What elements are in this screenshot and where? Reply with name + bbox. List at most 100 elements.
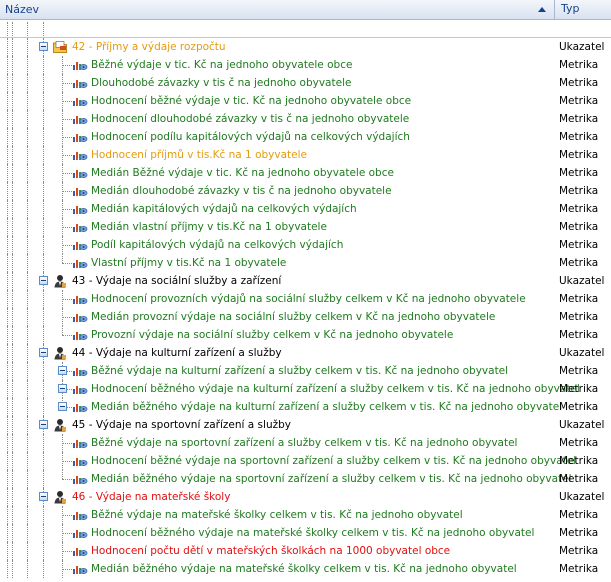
tree-item-row[interactable]: Podíl kapitálových výdajů na celkových v…	[0, 236, 611, 254]
collapse-toggle-icon[interactable]	[58, 384, 67, 393]
tree-guide-line	[7, 434, 8, 452]
tree-guide-line	[7, 110, 8, 128]
tree-guide-line	[27, 542, 28, 560]
metric-icon	[72, 401, 88, 413]
tree-row-type: Ukazatel	[559, 419, 605, 431]
tree-item-row[interactable]: Provozní výdaje na sociální služby celke…	[0, 326, 611, 344]
column-header-type[interactable]: Typ	[556, 0, 611, 18]
tree-item-row[interactable]: Medián vlastní příjmy v tis.Kč na 1 obyv…	[0, 218, 611, 236]
tree-guide-line	[27, 326, 28, 344]
tree-item-label: Medián běžného výdaje na sportovní zaříz…	[91, 473, 572, 485]
tree-group-row[interactable]: 45 - Výdaje na sportovní zařízení a služ…	[0, 416, 611, 434]
tree-group-label: 46 - Výdaje na mateřské školy	[72, 491, 231, 503]
tree-item-row[interactable]: Běžné výdaje v tic. Kč na jednoho obyvat…	[0, 56, 611, 74]
tree-guide-line	[12, 236, 13, 254]
tree-guide-line	[7, 128, 8, 146]
tree-guide-line	[7, 452, 8, 470]
tree-row-type: Metrika	[559, 185, 599, 197]
tree-guide-line	[43, 542, 44, 560]
tree-group-row[interactable]: 42 - Příjmy a výdaje rozpočtu Ukazatel	[0, 38, 611, 56]
tree-connector	[62, 461, 72, 462]
tree-guide-line	[12, 506, 13, 524]
tree-item-row[interactable]: Hodnocení provozních výdajů na sociální …	[0, 290, 611, 308]
tree-guide-line	[7, 380, 8, 398]
tree-item-row[interactable]: Hodnocení běžného výdaje na kulturní zař…	[0, 380, 611, 398]
tree-group-row[interactable]: 46 - Výdaje na mateřské školy Ukazatel	[0, 488, 611, 506]
tree-item-row[interactable]: Běžné výdaje na mateřské školky celkem v…	[0, 506, 611, 524]
tree-item-label: Medián Běžné výdaje v tic. Kč na jednoho…	[91, 167, 394, 179]
collapse-toggle-icon[interactable]	[39, 492, 48, 501]
tree-item-row[interactable]: Medián běžného výdaje na mateřské školky…	[0, 560, 611, 578]
tree-connector	[62, 227, 72, 228]
tree-item-label: Hodnocení podílu kapitálových výdajů na …	[91, 131, 410, 143]
tree-guide-line	[7, 182, 8, 200]
collapse-toggle-icon[interactable]	[39, 276, 48, 285]
tree-guide-line	[12, 542, 13, 560]
tree-guide-line	[7, 308, 8, 326]
tree-guide-line	[43, 308, 44, 326]
tree-item-row[interactable]: Medián dlouhodobé závazky v tis č na jed…	[0, 182, 611, 200]
tree-guide-line	[43, 164, 44, 182]
tree-guide-line	[27, 56, 28, 74]
metric-icon	[72, 527, 88, 539]
tree-item-row[interactable]: Hodnocení podílu kapitálových výdajů na …	[0, 128, 611, 146]
tree-guide-line	[12, 434, 13, 452]
folder-icon	[53, 41, 67, 53]
tree-item-row[interactable]: Hodnocení běžné výdaje na sportovní zaří…	[0, 452, 611, 470]
tree-row-type: Metrika	[559, 563, 599, 575]
tree-guide-line	[43, 470, 44, 488]
column-header-name-label: Název	[5, 3, 40, 16]
tree-row-type: Metrika	[559, 311, 599, 323]
tree-item-label: Medián provozní výdaje na sociální služb…	[91, 311, 496, 323]
metric-icon	[72, 437, 88, 449]
tree-item-row[interactable]: Běžné výdaje na sportovní zařízení a slu…	[0, 434, 611, 452]
tree-group-row[interactable]: 43 - Výdaje na sociální služby a zařízen…	[0, 272, 611, 290]
collapse-toggle-icon[interactable]	[39, 348, 48, 357]
tree-item-row[interactable]: Medián Běžné výdaje v tic. Kč na jednoho…	[0, 164, 611, 182]
tree-connector	[62, 515, 72, 516]
tree-item-row[interactable]: Medián běžného výdaje na sportovní zaříz…	[0, 470, 611, 488]
tree-item-label: Běžné výdaje na mateřské školky celkem v…	[91, 509, 463, 521]
tree-item-row[interactable]: Hodnocení počtu dětí v mateřských školká…	[0, 542, 611, 560]
column-header-name[interactable]: Název	[0, 0, 555, 19]
tree-guide-line	[43, 254, 44, 272]
tree-group-label: 43 - Výdaje na sociální služby a zařízen…	[72, 275, 282, 287]
tree-item-row[interactable]: Běžné výdaje na kulturní zařízení a služ…	[0, 362, 611, 380]
metric-icon	[72, 293, 88, 305]
tree-guide-line	[7, 38, 8, 56]
metric-icon	[72, 59, 88, 71]
tree-item-row[interactable]: Dlouhodobé závazky v tis č na jednoho ob…	[0, 74, 611, 92]
tree-item-row[interactable]: Hodnocení běžného výdaje na mateřské ško…	[0, 524, 611, 542]
tree-row-type: Ukazatel	[559, 491, 605, 503]
tree-row-type: Metrika	[559, 167, 599, 179]
collapse-toggle-icon[interactable]	[58, 402, 67, 411]
collapse-toggle-icon[interactable]	[58, 366, 67, 375]
tree-item-label: Podíl kapitálových výdajů na celkových v…	[91, 239, 344, 251]
tree-guide-line	[27, 434, 28, 452]
collapse-toggle-icon[interactable]	[39, 42, 48, 51]
tree-item-row[interactable]: Hodnocení běžné výdaje v tic. Kč na jedn…	[0, 92, 611, 110]
tree-connector	[62, 101, 72, 102]
tree-guide-line	[27, 452, 28, 470]
tree-item-label: Provozní výdaje na sociální služby celke…	[91, 329, 454, 341]
tree-row-type: Metrika	[559, 95, 599, 107]
tree-guide-line	[27, 218, 28, 236]
tree-guide-line	[12, 254, 13, 272]
tree-item-label: Hodnocení běžné výdaje v tic. Kč na jedn…	[91, 95, 412, 107]
tree-guide-line	[12, 398, 13, 416]
tree-row-type: Metrika	[559, 59, 599, 71]
indicator-tree[interactable]: 42 - Příjmy a výdaje rozpočtu Ukazatel Běž…	[0, 38, 611, 578]
tree-item-row[interactable]: Hodnocení dlouhodobé závazky v tis č na …	[0, 110, 611, 128]
tree-guide-line	[12, 92, 13, 110]
tree-item-row[interactable]: Hodnocení příjmů v tis.Kč na 1 obyvatele…	[0, 146, 611, 164]
tree-item-row[interactable]: Medián provozní výdaje na sociální služb…	[0, 308, 611, 326]
tree-item-row[interactable]: Medián kapitálových výdajů na celkových …	[0, 200, 611, 218]
tree-item-row[interactable]: Vlastní příjmy v tis.Kč na 1 obyvatele Me…	[0, 254, 611, 272]
tree-row-type: Metrika	[559, 221, 599, 233]
collapse-toggle-icon[interactable]	[39, 420, 48, 429]
metric-icon	[72, 455, 88, 467]
tree-guide-line	[7, 506, 8, 524]
tree-group-row[interactable]: 44 - Výdaje na kulturní zařízení a služb…	[0, 344, 611, 362]
tree-guide-line	[43, 380, 44, 398]
tree-item-row[interactable]: Medián běžného výdaje na kulturní zaříze…	[0, 398, 611, 416]
